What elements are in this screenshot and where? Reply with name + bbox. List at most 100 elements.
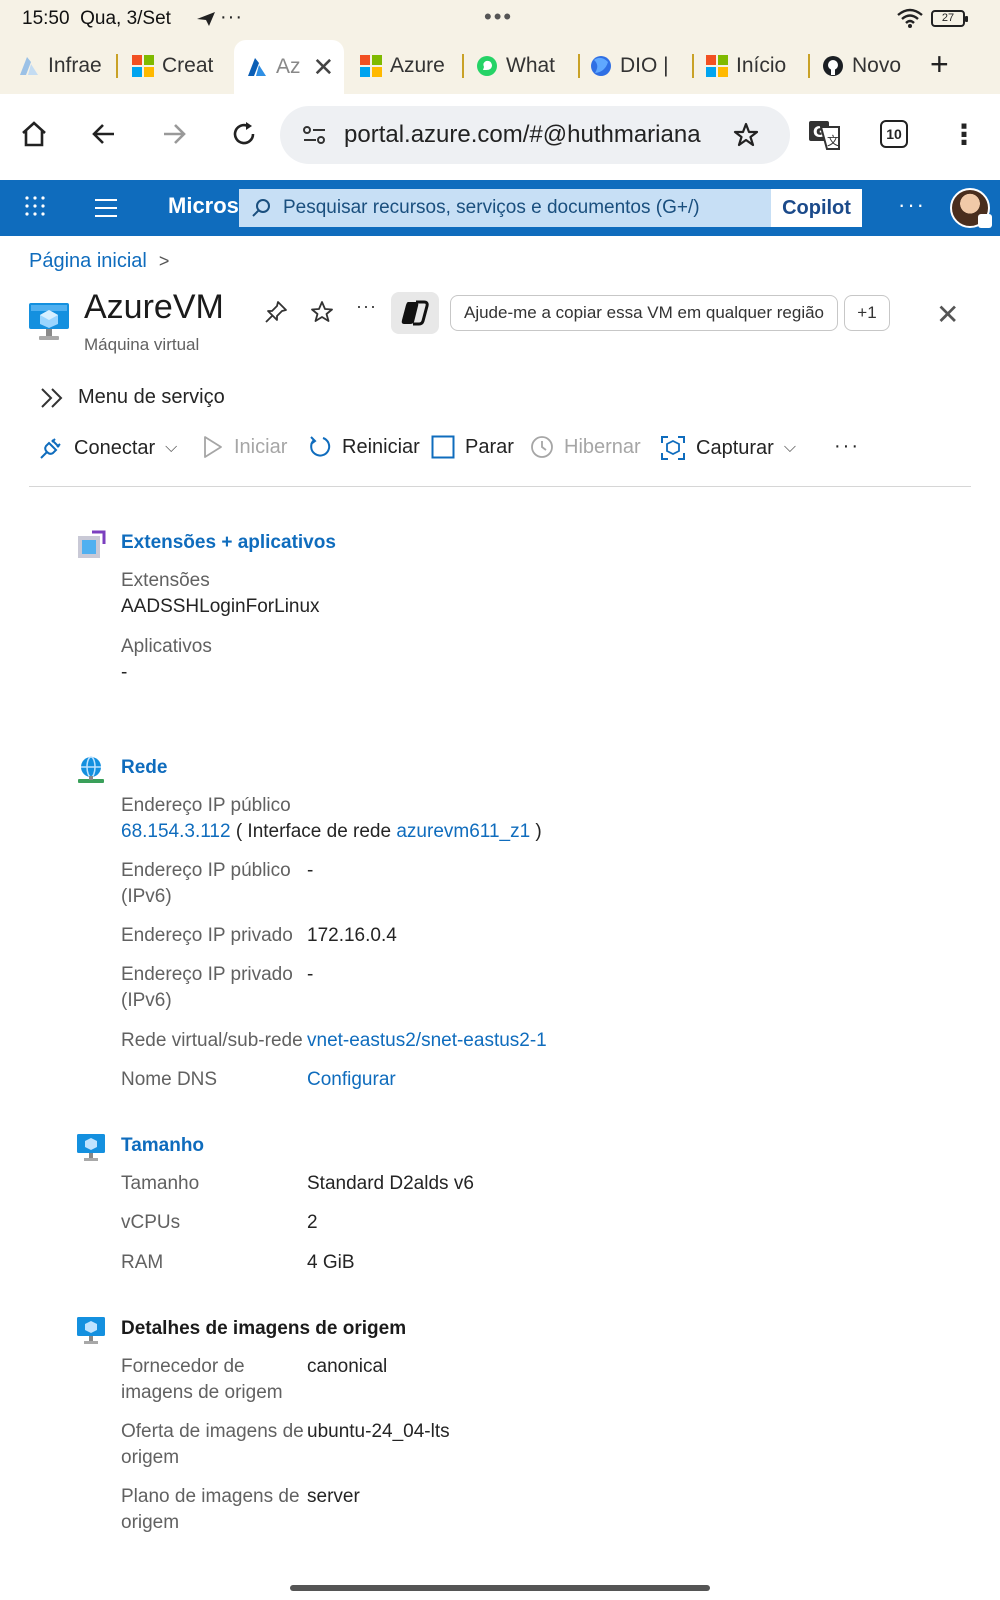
tab-label: Início	[736, 54, 787, 77]
section-title[interactable]: Tamanho	[121, 1135, 204, 1157]
tab-azure[interactable]: Azure	[360, 48, 464, 84]
start-button[interactable]: Iniciar	[202, 435, 287, 459]
private-ipv6-label: Endereço IP privado (IPv6)	[121, 964, 293, 1011]
forward-icon[interactable]	[152, 112, 196, 156]
service-menu-toggle[interactable]: Menu de serviço	[40, 386, 225, 409]
plug-icon	[40, 438, 61, 459]
stop-label: Parar	[465, 435, 514, 458]
tab-label: Novo	[852, 54, 902, 77]
chevron-down-icon: ⌵	[165, 439, 178, 456]
command-bar: Conectar ⌵ Iniciar Reiniciar Parar Hiber…	[38, 435, 968, 469]
wifi-icon	[897, 8, 923, 28]
home-icon[interactable]	[12, 112, 56, 156]
apps-value: -	[121, 662, 128, 683]
public-ip-link[interactable]: 68.154.3.112	[121, 821, 231, 842]
tab-label: Azure	[390, 54, 445, 77]
extensions-value: AADSSHLoginForLinux	[121, 596, 320, 617]
tab-label: Az	[276, 55, 301, 78]
extensions-label: Extensões	[121, 570, 210, 591]
notification-more-icon: ···	[220, 6, 243, 28]
vcpus-label: vCPUs	[121, 1212, 181, 1233]
capture-button[interactable]: Capturar ⌵	[660, 435, 796, 461]
publisher-value: canonical	[307, 1356, 388, 1377]
tab-switcher-button[interactable]: 10	[872, 112, 916, 156]
extensions-icon	[78, 530, 106, 558]
global-search-input[interactable]: Pesquisar recursos, serviços e documento…	[239, 189, 771, 227]
portal-brand[interactable]: Micros	[168, 193, 239, 219]
copilot-button[interactable]: Copilot	[771, 189, 862, 227]
tab-inicio[interactable]: Início	[706, 48, 810, 84]
tab-label: Infrae	[48, 54, 102, 77]
window-handle-icon[interactable]: •••	[484, 4, 513, 30]
status-date: Qua, 3/Set	[80, 8, 171, 29]
tab-label: DIO |	[620, 54, 669, 77]
private-ipv6-value: -	[307, 964, 314, 985]
stop-icon	[431, 435, 455, 459]
start-label: Iniciar	[234, 435, 288, 458]
translate-icon[interactable]: G文	[802, 112, 846, 156]
reload-icon[interactable]	[222, 112, 266, 156]
new-tab-icon[interactable]: +	[930, 46, 949, 83]
back-icon[interactable]	[82, 112, 126, 156]
tab-infrae[interactable]: Infrae	[18, 48, 118, 84]
site-settings-icon[interactable]	[302, 124, 328, 146]
status-bar: 15:50 Qua, 3/Set ··· ••• 27	[0, 0, 1000, 38]
url-bar[interactable]: portal.azure.com/#@huthmariana	[280, 106, 790, 164]
hamburger-menu-icon[interactable]	[94, 198, 118, 218]
github-icon	[823, 56, 843, 76]
hibernate-button[interactable]: Hibernar	[530, 435, 641, 459]
service-menu-label: Menu de serviço	[78, 386, 225, 408]
nic-link[interactable]: azurevm611_z1	[396, 821, 530, 842]
more-suggestions-chip[interactable]: +1	[844, 295, 890, 331]
toolbar-more-button[interactable]: ···	[834, 435, 860, 458]
close-blade-icon[interactable]: ✕	[936, 298, 959, 331]
bookmark-star-icon[interactable]	[732, 121, 760, 149]
tab-dio[interactable]: DIO |	[590, 48, 694, 84]
vnet-link[interactable]: vnet-eastus2/snet-eastus2-1	[307, 1028, 547, 1054]
tab-github-novo[interactable]: Novo	[822, 48, 918, 84]
home-indicator[interactable]	[290, 1585, 710, 1591]
section-title[interactable]: Rede	[121, 757, 167, 779]
copilot-icon[interactable]	[391, 292, 439, 334]
stop-button[interactable]: Parar	[431, 435, 514, 459]
public-ip-row: 68.154.3.112 ( Interface de rede azurevm…	[121, 819, 542, 845]
header-more-icon[interactable]: ···	[898, 192, 926, 218]
connect-button[interactable]: Conectar ⌵	[38, 435, 177, 461]
browser-menu-icon[interactable]: ⋮	[942, 112, 986, 156]
tab-whatsapp[interactable]: What	[476, 48, 580, 84]
restart-button[interactable]: Reiniciar	[308, 435, 420, 459]
double-chevron-right-icon	[41, 387, 63, 408]
tab-label: What	[506, 54, 556, 77]
user-avatar[interactable]	[950, 188, 992, 228]
app-launcher-icon[interactable]	[24, 195, 46, 217]
status-time: 15:50 Qua, 3/Set	[22, 8, 171, 29]
clock-icon	[531, 436, 553, 458]
microsoft-logo-icon	[132, 55, 154, 77]
ram-label: RAM	[121, 1252, 164, 1273]
size-label: Tamanho	[121, 1173, 200, 1194]
dns-label: Nome DNS	[121, 1069, 218, 1090]
resource-type: Máquina virtual	[84, 335, 200, 354]
azure-top-bar: Micros Pesquisar recursos, serviços e do…	[0, 180, 1000, 236]
resource-more-icon[interactable]: ···	[356, 296, 377, 317]
breadcrumb-home-link[interactable]: Página inicial	[29, 250, 147, 273]
favorite-star-icon[interactable]	[310, 300, 334, 324]
tab-label: Creat	[162, 54, 214, 77]
section-title: Detalhes de imagens de origem	[121, 1318, 407, 1339]
vcpus-value: 2	[307, 1212, 318, 1233]
public-ipv6-label: Endereço IP público (IPv6)	[121, 860, 291, 907]
tab-azure-active[interactable]: Az ✕	[234, 40, 344, 94]
play-icon	[204, 436, 222, 458]
pin-icon[interactable]	[264, 300, 288, 324]
azure-a-icon	[20, 57, 38, 75]
dns-configure-link[interactable]: Configurar	[307, 1067, 396, 1093]
size-value: Standard D2alds v6	[307, 1173, 474, 1194]
tab-create[interactable]: Creat	[132, 48, 228, 84]
page-title: AzureVM	[84, 288, 224, 326]
battery-icon: 27	[931, 10, 968, 27]
close-tab-icon[interactable]: ✕	[313, 52, 335, 83]
copilot-suggestion-chip[interactable]: Ajude-me a copiar essa VM em qualquer re…	[450, 295, 838, 331]
section-title[interactable]: Extensões + aplicativos	[121, 532, 336, 554]
restart-label: Reiniciar	[342, 435, 420, 458]
search-placeholder: Pesquisar recursos, serviços e documento…	[283, 197, 700, 218]
